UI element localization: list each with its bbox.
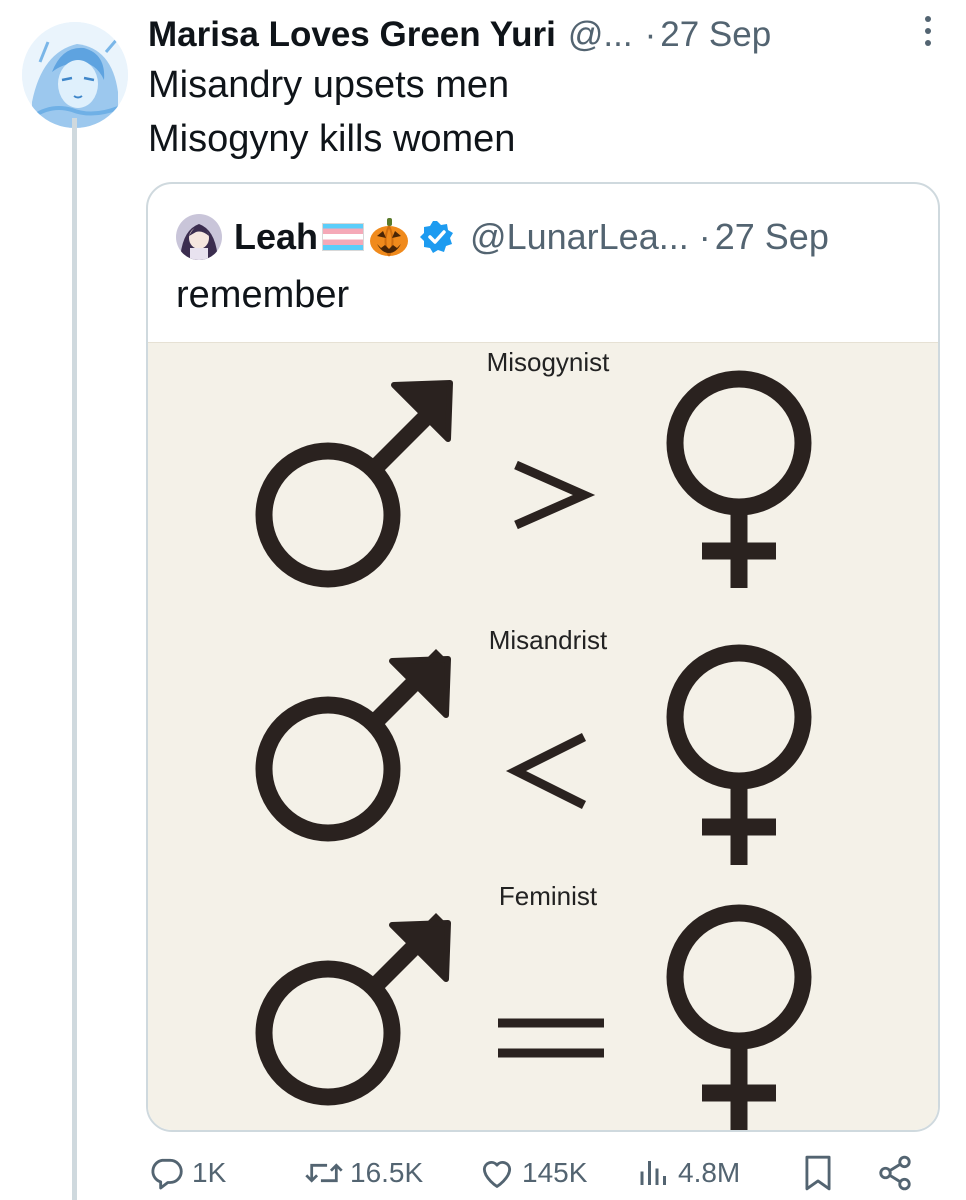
row-label: Misandrist bbox=[489, 625, 608, 655]
quote-avatar[interactable] bbox=[176, 214, 222, 260]
tweet-text-line: Misogyny kills women bbox=[148, 118, 516, 160]
quote-display-name[interactable]: Leah bbox=[234, 216, 318, 258]
retweet-button[interactable]: 16.5K bbox=[304, 1146, 423, 1200]
anime-avatar-icon bbox=[176, 214, 222, 260]
heart-icon bbox=[482, 1161, 512, 1188]
reply-button[interactable]: 1K bbox=[148, 1146, 226, 1200]
tweet-header: Marisa Loves Green Yuri @... · 27 Sep bbox=[148, 12, 948, 58]
separator: · bbox=[644, 15, 657, 54]
separator: · bbox=[698, 216, 711, 257]
verified-badge-icon[interactable] bbox=[420, 220, 454, 254]
female-symbol-icon bbox=[666, 370, 812, 588]
avatar[interactable] bbox=[22, 22, 128, 128]
anime-avatar-icon bbox=[22, 22, 128, 128]
quote-header: Leah @LunarLea... · 27 Sep bbox=[234, 212, 829, 262]
timestamp[interactable]: 27 Sep bbox=[660, 15, 771, 55]
equals-operator bbox=[498, 1018, 604, 1058]
reply-icon bbox=[151, 1158, 183, 1190]
like-button[interactable]: 145K bbox=[478, 1146, 587, 1200]
tweet-text-line: Misandry upsets men bbox=[148, 64, 510, 106]
quote-media-image[interactable]: Misogynist Misandrist Feminist bbox=[148, 342, 938, 1130]
quote-timestamp[interactable]: 27 Sep bbox=[715, 216, 829, 258]
row-label: Feminist bbox=[499, 881, 598, 911]
action-bar: 1K 16.5K 145K 4.8M bbox=[148, 1146, 948, 1200]
display-name[interactable]: Marisa Loves Green Yuri bbox=[148, 15, 556, 55]
views-icon bbox=[640, 1161, 666, 1185]
jack-o-lantern-icon bbox=[370, 218, 409, 257]
quote-handle[interactable]: @LunarLea... bbox=[470, 216, 689, 258]
quote-text: remember bbox=[176, 274, 350, 316]
row-label: Misogynist bbox=[487, 347, 611, 377]
reply-count: 1K bbox=[192, 1157, 227, 1188]
views-count: 4.8M bbox=[678, 1157, 741, 1188]
retweet-count: 16.5K bbox=[350, 1157, 424, 1188]
greater-than-operator bbox=[514, 460, 596, 530]
thread-line bbox=[72, 118, 77, 1200]
less-than-operator bbox=[505, 732, 587, 810]
more-options-icon[interactable] bbox=[922, 12, 934, 50]
gender-comparison-image: Misogynist Misandrist Feminist bbox=[255, 347, 812, 1130]
bookmark-button[interactable] bbox=[802, 1146, 834, 1200]
views-button[interactable]: 4.8M bbox=[636, 1146, 740, 1200]
female-symbol-icon bbox=[666, 644, 812, 865]
like-count: 145K bbox=[522, 1157, 588, 1188]
share-icon bbox=[879, 1155, 911, 1191]
quoted-tweet[interactable]: Leah @LunarLea... · 27 Sep remember Miso… bbox=[146, 182, 940, 1132]
female-symbol-icon bbox=[666, 904, 812, 1130]
handle[interactable]: @... bbox=[568, 15, 633, 55]
male-symbol-icon bbox=[255, 392, 451, 588]
share-button[interactable] bbox=[876, 1146, 914, 1200]
bookmark-icon bbox=[805, 1155, 831, 1191]
transgender-flag-icon bbox=[322, 223, 365, 251]
retweet-icon bbox=[305, 1163, 343, 1183]
